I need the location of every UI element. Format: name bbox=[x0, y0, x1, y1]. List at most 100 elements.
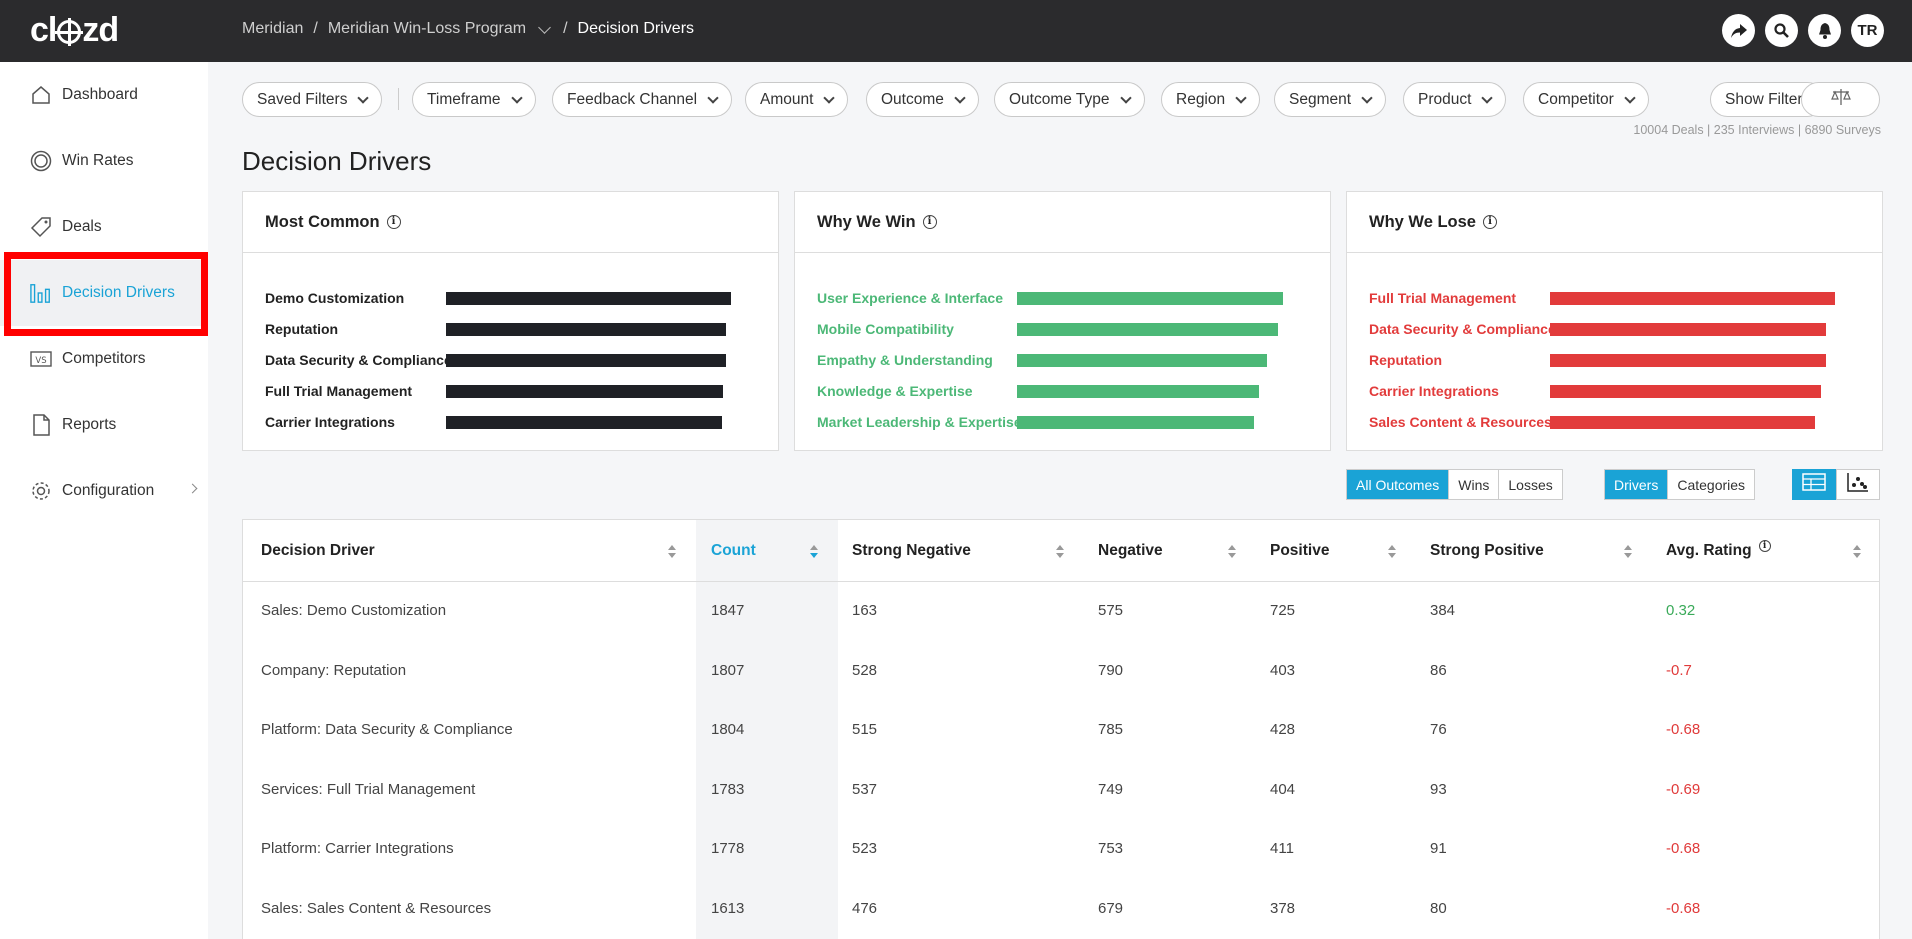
driver-row[interactable]: Reputation bbox=[1369, 350, 1879, 370]
filter-amount[interactable]: Amount bbox=[745, 82, 849, 117]
table-row[interactable]: Platform: Carrier Integrations 1778 523 753… bbox=[243, 820, 1879, 879]
saved-filters-dropdown[interactable]: Saved Filters bbox=[242, 82, 383, 117]
info-icon[interactable]: i bbox=[1758, 539, 1771, 552]
filter-timeframe[interactable]: Timeframe bbox=[412, 82, 536, 117]
share-icon[interactable] bbox=[1722, 14, 1755, 47]
sidebar-item-win-rates[interactable]: Win Rates bbox=[0, 128, 208, 194]
table-row[interactable]: Sales: Demo Customization 1847 163 575 725 38… bbox=[243, 582, 1879, 641]
sort-icon[interactable] bbox=[1388, 545, 1396, 559]
toggle-categories[interactable]: Categories bbox=[1668, 470, 1754, 499]
info-icon[interactable]: i bbox=[922, 215, 937, 229]
cell-positive: 403 bbox=[1270, 661, 1296, 679]
driver-row[interactable]: Carrier Integrations bbox=[1369, 381, 1879, 401]
most-common-card: Most Common i Demo Customization Reputatio… bbox=[242, 191, 779, 451]
driver-bar bbox=[1017, 354, 1268, 367]
driver-row[interactable]: User Experience & Interface bbox=[817, 288, 1327, 308]
toggle-all-outcomes[interactable]: All Outcomes bbox=[1347, 470, 1450, 499]
cell-strong-negative: 163 bbox=[852, 602, 878, 619]
filter-competitor[interactable]: Competitor bbox=[1523, 82, 1649, 117]
sidebar-item-reports[interactable]: Reports bbox=[0, 392, 208, 458]
search-icon[interactable] bbox=[1765, 14, 1798, 47]
sort-icon[interactable] bbox=[1624, 545, 1632, 559]
toggle-losses[interactable]: Losses bbox=[1499, 470, 1561, 499]
cell-count: 1807 bbox=[711, 661, 745, 679]
chevron-down-icon bbox=[954, 91, 966, 104]
sidebar-item-competitors[interactable]: VS Competitors bbox=[0, 326, 208, 392]
breadcrumb: Meridian / Meridian Win-Loss Program / D… bbox=[242, 20, 695, 38]
column-header-strong-negative[interactable]: Strong Negative bbox=[852, 520, 1084, 582]
filter-region[interactable]: Region bbox=[1161, 82, 1261, 117]
table-row[interactable]: Sales: Sales Content & Resources 1613 476 6… bbox=[243, 880, 1879, 939]
sort-icon[interactable] bbox=[1853, 545, 1861, 559]
driver-row[interactable]: Market Leadership & Expertise bbox=[817, 412, 1327, 432]
driver-row[interactable]: Empathy & Understanding bbox=[817, 350, 1327, 370]
driver-row[interactable]: Full Trial Management bbox=[1369, 288, 1879, 308]
driver-bar bbox=[1550, 416, 1816, 429]
driver-label: Carrier Integrations bbox=[265, 414, 395, 430]
cell-negative: 679 bbox=[1098, 899, 1124, 917]
sort-icon[interactable] bbox=[810, 545, 818, 559]
table-view-button[interactable] bbox=[1792, 469, 1836, 500]
filter-segment[interactable]: Segment bbox=[1274, 82, 1387, 117]
avatar[interactable]: TR bbox=[1851, 14, 1884, 47]
sidebar-item-dashboard[interactable]: Dashboard bbox=[0, 62, 208, 128]
table-row[interactable]: Company: Reputation 1807 528 790 403 86 -0.7 bbox=[243, 642, 1879, 701]
column-header-strong-positive[interactable]: Strong Positive bbox=[1430, 520, 1652, 582]
column-header-avg-rating[interactable]: Avg. Rating i bbox=[1666, 520, 1879, 582]
breadcrumb-program[interactable]: Meridian Win-Loss Program bbox=[328, 20, 526, 38]
driver-row[interactable]: Reputation bbox=[265, 319, 775, 339]
sidebar-item-label: Win Rates bbox=[62, 152, 134, 169]
filter-product[interactable]: Product bbox=[1403, 82, 1507, 117]
filter-feedback-channel[interactable]: Feedback Channel bbox=[552, 82, 733, 117]
column-header-count[interactable]: Count bbox=[711, 520, 838, 582]
chevron-down-icon bbox=[1235, 91, 1247, 104]
card-title: Most Common bbox=[265, 212, 380, 231]
gear-icon bbox=[30, 480, 52, 502]
driver-row[interactable]: Demo Customization bbox=[265, 288, 775, 308]
chevron-right-icon bbox=[187, 483, 198, 494]
column-header-positive[interactable]: Positive bbox=[1270, 520, 1416, 582]
sort-icon[interactable] bbox=[668, 545, 676, 559]
cell-strong-positive: 80 bbox=[1430, 899, 1447, 917]
sort-icon[interactable] bbox=[1056, 545, 1064, 559]
driver-row[interactable]: Data Security & Compliance bbox=[1369, 319, 1879, 339]
driver-row[interactable]: Full Trial Management bbox=[265, 381, 775, 401]
bell-icon[interactable] bbox=[1808, 14, 1841, 47]
clozd-logo[interactable]: cl zd bbox=[30, 11, 119, 49]
vs-icon: VS bbox=[30, 348, 52, 370]
filter-outcome[interactable]: Outcome bbox=[866, 82, 979, 117]
column-header-negative[interactable]: Negative bbox=[1098, 520, 1256, 582]
cell-positive: 411 bbox=[1270, 840, 1294, 857]
table-row[interactable]: Platform: Data Security & Compliance 1804… bbox=[243, 701, 1879, 760]
breadcrumb-meridian[interactable]: Meridian bbox=[242, 20, 303, 38]
info-icon[interactable]: i bbox=[386, 215, 401, 229]
chevron-down-icon[interactable] bbox=[538, 20, 551, 34]
breadcrumb-current: Decision Drivers bbox=[577, 20, 695, 37]
info-icon[interactable]: i bbox=[1482, 215, 1497, 229]
table-row[interactable]: Services: Full Trial Management 1783 537 74… bbox=[243, 761, 1879, 820]
driver-row[interactable]: Sales Content & Resources bbox=[1369, 412, 1879, 432]
toggle-wins[interactable]: Wins bbox=[1449, 470, 1500, 499]
filter-outcome-type[interactable]: Outcome Type bbox=[994, 82, 1145, 117]
cell-strong-positive: 76 bbox=[1430, 721, 1447, 738]
scatter-view-button[interactable] bbox=[1836, 469, 1880, 500]
toggle-drivers[interactable]: Drivers bbox=[1605, 470, 1669, 499]
sidebar-item-configuration[interactable]: Configuration bbox=[0, 458, 208, 524]
cell-count: 1804 bbox=[711, 721, 745, 738]
cell-avg-rating: -0.68 bbox=[1666, 840, 1701, 857]
driver-row[interactable]: Data Security & Compliance bbox=[265, 350, 775, 370]
driver-row[interactable]: Mobile Compatibility bbox=[817, 319, 1327, 339]
driver-row[interactable]: Carrier Integrations bbox=[265, 412, 775, 432]
cell-positive: 404 bbox=[1270, 780, 1296, 798]
column-header-decision-driver[interactable]: Decision Driver bbox=[261, 520, 696, 582]
driver-row[interactable]: Knowledge & Expertise bbox=[817, 381, 1327, 401]
driver-bar bbox=[1017, 292, 1283, 305]
sidebar-item-decision-drivers[interactable]: Decision Drivers bbox=[0, 260, 208, 326]
chevron-down-icon bbox=[1361, 91, 1373, 104]
sort-icon[interactable] bbox=[1228, 545, 1236, 559]
compare-button[interactable] bbox=[1801, 82, 1880, 117]
cell-avg-rating: -0.7 bbox=[1666, 661, 1692, 679]
sidebar-item-deals[interactable]: Deals bbox=[0, 194, 208, 260]
chevron-down-icon bbox=[823, 91, 836, 104]
card-title: Why We Win bbox=[817, 212, 916, 231]
